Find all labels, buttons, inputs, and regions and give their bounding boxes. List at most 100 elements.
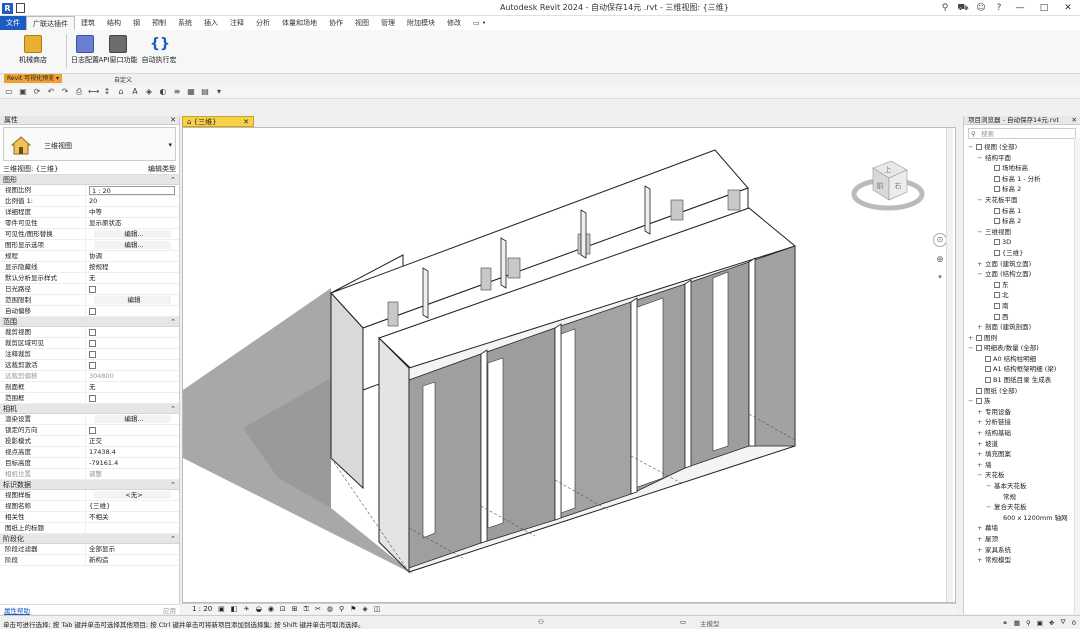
browser-tree-item[interactable]: 标高 2 [964,216,1080,227]
property-value[interactable] [86,360,179,370]
browser-search-input[interactable]: ⚲ 搜索 [968,128,1076,139]
revit-logo-icon[interactable]: R [2,2,13,14]
browser-tree-item[interactable]: + 家具系统 [964,545,1080,556]
view-selector[interactable]: 三维视图: {三维} [3,164,59,174]
property-value[interactable]: 编辑... [94,415,171,423]
sun-path-icon[interactable]: ☀ [243,605,249,613]
browser-tree-item[interactable]: 600 x 1200mm 轴网 [964,513,1080,524]
ribbon-tab[interactable]: 钢 [127,16,146,30]
property-value[interactable]: 新构造 [86,555,179,565]
ribbon-tab[interactable]: 文件 [0,16,26,30]
filter-icon[interactable]: ⛛ [1060,618,1065,627]
property-group-header[interactable]: 范围 ⌃ [0,317,179,327]
property-group-header[interactable]: 标识数据 ⌃ [0,480,179,490]
property-value[interactable]: 按规程 [86,262,179,272]
expand-icon[interactable]: + [977,322,985,333]
section-icon[interactable]: ◐ [158,87,168,97]
checkbox[interactable] [89,286,96,293]
property-value[interactable]: 协调 [86,251,179,261]
expand-icon[interactable]: + [977,449,985,460]
expand-icon[interactable]: + [977,439,985,450]
properties-help-link[interactable]: 属性帮助 [4,605,30,615]
browser-tree-item[interactable]: + 结构基础 [964,428,1080,439]
collapse-icon[interactable]: − [986,481,994,492]
property-value[interactable]: 正交 [86,436,179,446]
browser-tree-item[interactable]: 标高 1 [964,206,1080,217]
ribbon-tab[interactable]: 分析 [250,16,276,30]
property-value[interactable]: 不相关 [86,512,179,522]
view-scale[interactable]: 1 : 20 [192,605,212,613]
browser-tree-item[interactable]: 北 [964,290,1080,301]
close-button[interactable]: ✕ [1056,3,1080,13]
browser-tree-item[interactable]: + 常规模型 [964,555,1080,566]
ribbon-tab[interactable]: 插入 [198,16,224,30]
render-icon[interactable]: ◉ [268,605,274,613]
worksharing-icon[interactable]: ⚲ [339,605,344,613]
expand-icon[interactable]: + [977,555,985,566]
undo-icon[interactable]: ↶ [46,87,56,97]
browser-tree-item[interactable]: 标高 1 - 分析 [964,174,1080,185]
browser-tree-item[interactable]: + 坡道 [964,439,1080,450]
collapse-icon[interactable]: − [977,153,985,164]
app-menu-icon[interactable] [16,3,25,13]
select-face-icon[interactable]: ▣ [1037,619,1043,627]
ribbon-tab[interactable]: 管理 [375,16,401,30]
browser-tree-item[interactable]: 标高 2 [964,184,1080,195]
open-icon[interactable]: ▭ [4,87,14,97]
cart-icon[interactable]: ⛟ [954,3,972,14]
tag-icon[interactable]: ⌂ [116,87,126,97]
property-value[interactable]: 中等 [86,207,179,217]
navbar-menu-icon[interactable]: ▾ [933,273,947,283]
property-value[interactable] [86,284,179,294]
print-icon[interactable]: ⎙ [74,87,84,97]
select-pinned-icon[interactable]: ⚲ [1026,619,1031,627]
close-icon[interactable]: ✕ [170,116,176,125]
crop-icon[interactable]: ⊡ [280,605,286,613]
shadows-icon[interactable]: ◒ [256,605,262,613]
property-value[interactable]: 17438.4 [86,447,179,457]
property-value[interactable]: 1 : 20 [86,185,179,195]
property-value[interactable]: 304800 [86,371,179,381]
view-tab[interactable]: ⌂ {三维} ✕ [182,116,254,127]
ribbon-tab[interactable]: 视图 [349,16,375,30]
api-window-button[interactable]: API窗口功能 [97,35,139,65]
browser-tree-item[interactable]: + 屋顶 [964,534,1080,545]
ribbon-tab[interactable]: 修改 [441,16,467,30]
browser-tree-item[interactable]: + 立面 (建筑立面) [964,259,1080,270]
browser-tree-item[interactable]: + 填充图案 [964,449,1080,460]
design-options-icon[interactable]: ▭ [680,618,686,626]
browser-tree-item[interactable]: + 专用设备 [964,407,1080,418]
steering-wheel-icon[interactable]: ⊙ [933,233,947,247]
collapse-icon[interactable]: ⌃ [170,175,176,185]
property-value[interactable]: -79161.4 [86,458,179,468]
3d-viewport[interactable]: 上 前 右 ⊙ ⊕ ▾ [182,127,956,603]
browser-tree-item[interactable]: + 分析链接 [964,417,1080,428]
property-value[interactable]: 编辑... [94,230,171,238]
property-value[interactable]: <无> [94,491,171,499]
lock-icon[interactable]: ⚿ [304,605,309,614]
constraints-icon[interactable]: ◫ [374,605,381,613]
viewcube[interactable]: 上 前 右 [851,160,925,211]
3d-view-icon[interactable]: ◈ [144,87,154,97]
drag-select-icon[interactable]: ✥ [1049,619,1054,627]
select-underlay-icon[interactable]: ▦ [1014,619,1020,627]
property-group-header[interactable]: 图形 ⌃ [0,175,179,185]
expand-icon[interactable]: + [977,407,985,418]
run-macro-button[interactable]: {} 自动执行宏 [138,35,180,65]
browser-tree-item[interactable]: 南 [964,301,1080,312]
collapse-icon[interactable]: ⌃ [170,404,176,414]
browser-tree-item[interactable]: + 幕墙 [964,523,1080,534]
help-icon[interactable]: ? [990,3,1008,13]
temp-hide-icon[interactable]: ✂ [315,605,321,613]
browser-tree-item[interactable]: 场地标高 [964,163,1080,174]
visual-style-icon[interactable]: ◧ [231,605,238,613]
expand-icon[interactable]: + [968,333,976,344]
ribbon-tab[interactable]: 系统 [172,16,198,30]
property-value[interactable]: 显示原状态 [86,218,179,228]
browser-tree-item[interactable]: B1 图纸目录 生成表 [964,375,1080,386]
browser-tree-item[interactable]: − 三维视图 [964,227,1080,238]
maximize-button[interactable]: □ [1032,3,1056,13]
browser-tree-item[interactable]: − 族 [964,396,1080,407]
browser-tree-item[interactable]: 西 [964,312,1080,323]
expand-icon[interactable]: + [977,523,985,534]
